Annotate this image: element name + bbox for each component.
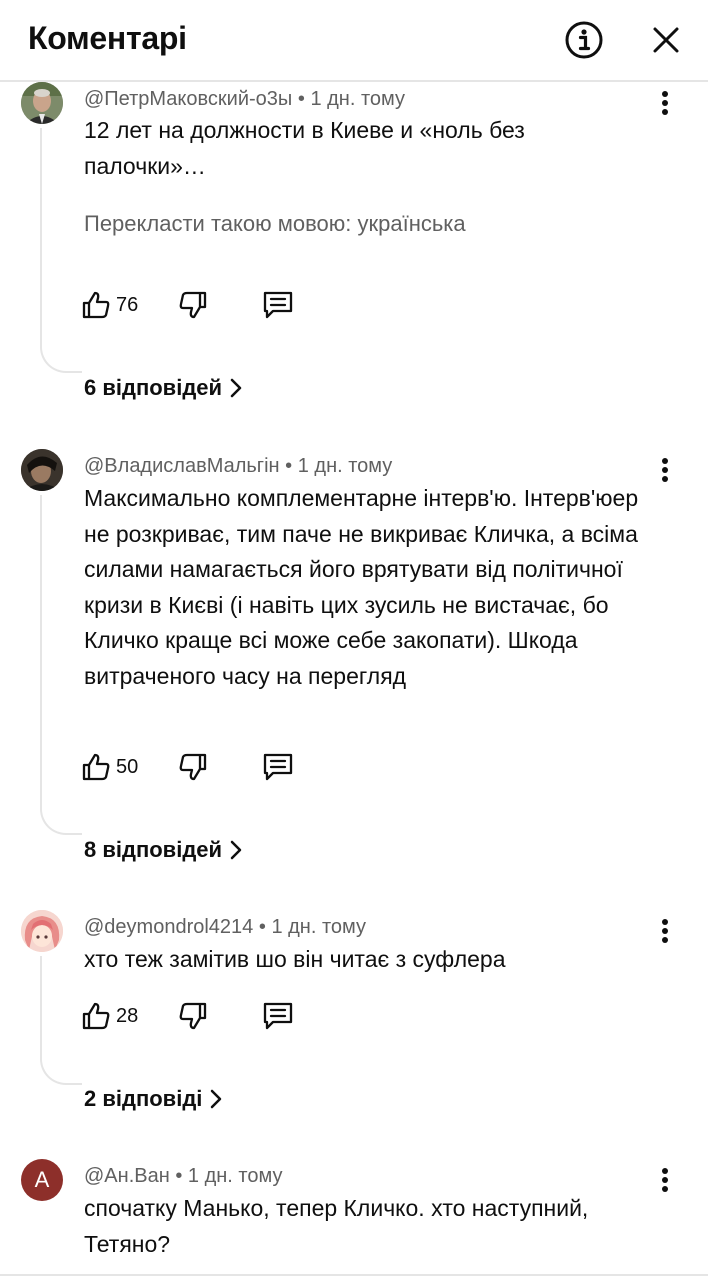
thread-line	[40, 128, 82, 373]
comment-icon	[263, 753, 293, 781]
comments-header: Коментарі	[0, 0, 708, 82]
avatar[interactable]: A	[21, 1159, 63, 1201]
reply-button[interactable]	[261, 996, 297, 1036]
close-icon	[653, 27, 679, 53]
comment-text: спочатку Манько, тепер Кличко. хто насту…	[84, 1195, 589, 1257]
comment-text: 12 лет на должности в Киеве и «ноль без …	[84, 117, 525, 179]
avatar[interactable]	[21, 910, 63, 952]
avatar[interactable]	[21, 449, 63, 491]
dislike-button[interactable]	[177, 747, 213, 787]
view-replies-button[interactable]: 6 відповідей	[84, 375, 242, 401]
comment-icon	[263, 1002, 293, 1030]
view-replies-button[interactable]: 2 відповіді	[84, 1086, 222, 1112]
comment-icon	[263, 291, 293, 319]
replies-count: 2 відповіді	[84, 1086, 203, 1111]
user-photo-icon	[21, 449, 63, 491]
thumbs-up-icon	[82, 291, 110, 319]
page-title: Коментарі	[28, 20, 187, 56]
like-count: 28	[116, 1004, 139, 1027]
like-count: 50	[116, 755, 139, 778]
comment-time: 1 дн. тому	[271, 916, 366, 938]
comment-text: Максимально комплементарне інтерв'ю. Інт…	[84, 485, 639, 689]
thumbs-up-icon	[82, 1002, 110, 1030]
thumbs-down-icon	[179, 1002, 207, 1030]
user-photo-icon	[21, 82, 63, 124]
more-options-button[interactable]	[650, 86, 680, 122]
meta-separator: •	[297, 88, 305, 110]
like-count: 76	[116, 293, 139, 316]
thread-line	[40, 495, 82, 835]
avatar[interactable]	[21, 82, 63, 124]
reply-button[interactable]	[261, 285, 297, 325]
thumbs-up-icon	[82, 753, 110, 781]
chevron-right-icon	[230, 378, 242, 398]
thread-line	[40, 956, 82, 1085]
comment-meta: @ВладиславМальгін • 1 дн. тому	[84, 455, 392, 478]
user-photo-icon	[21, 910, 63, 952]
comment-author[interactable]: @ПетрМаковский-о3ы	[84, 88, 292, 110]
view-replies-button[interactable]: 8 відповідей	[84, 837, 242, 863]
comment-meta: @deymondrol4214 • 1 дн. тому	[84, 916, 366, 939]
comment-meta: @ПетрМаковский-о3ы • 1 дн. тому	[84, 88, 405, 111]
divider	[0, 1274, 708, 1276]
comment-time: 1 дн. тому	[310, 88, 405, 110]
meta-separator: •	[258, 916, 266, 938]
comment-author[interactable]: @Ан.Ван	[84, 1165, 170, 1187]
comment-author[interactable]: @ВладиславМальгін	[84, 455, 280, 477]
chevron-right-icon	[230, 840, 242, 860]
more-vert-icon	[662, 91, 668, 115]
like-button[interactable]: 76	[80, 285, 160, 325]
info-button[interactable]	[562, 18, 606, 62]
comment-meta: @Ан.Ван • 1 дн. тому	[84, 1165, 282, 1188]
thumbs-down-icon	[179, 291, 207, 319]
comment-author[interactable]: @deymondrol4214	[84, 916, 253, 938]
reply-button[interactable]	[261, 747, 297, 787]
comment-time: 1 дн. тому	[297, 455, 393, 477]
info-icon	[565, 21, 603, 59]
thumbs-down-icon	[179, 753, 207, 781]
dislike-button[interactable]	[177, 996, 213, 1036]
like-button[interactable]: 50	[80, 747, 160, 787]
dislike-button[interactable]	[177, 285, 213, 325]
avatar-letter: A	[34, 1167, 50, 1192]
more-options-button[interactable]	[650, 1163, 680, 1199]
comment-actions: 76	[80, 285, 320, 325]
meta-separator: •	[285, 455, 293, 477]
like-button[interactable]: 28	[80, 996, 160, 1036]
comment-text: хто теж замітив шо він читає з суфлера	[84, 946, 506, 972]
translate-link[interactable]: Перекласти такою мовою: українська	[84, 211, 466, 237]
close-button[interactable]	[644, 18, 688, 62]
comment-actions: 50	[80, 747, 320, 787]
meta-separator: •	[175, 1165, 183, 1187]
chevron-right-icon	[211, 1089, 222, 1109]
replies-count: 8 відповідей	[84, 837, 223, 862]
comment-actions: 28	[80, 996, 320, 1036]
replies-count: 6 відповідей	[84, 375, 223, 400]
comment-time: 1 дн. тому	[187, 1165, 283, 1187]
more-vert-icon	[662, 1168, 668, 1192]
